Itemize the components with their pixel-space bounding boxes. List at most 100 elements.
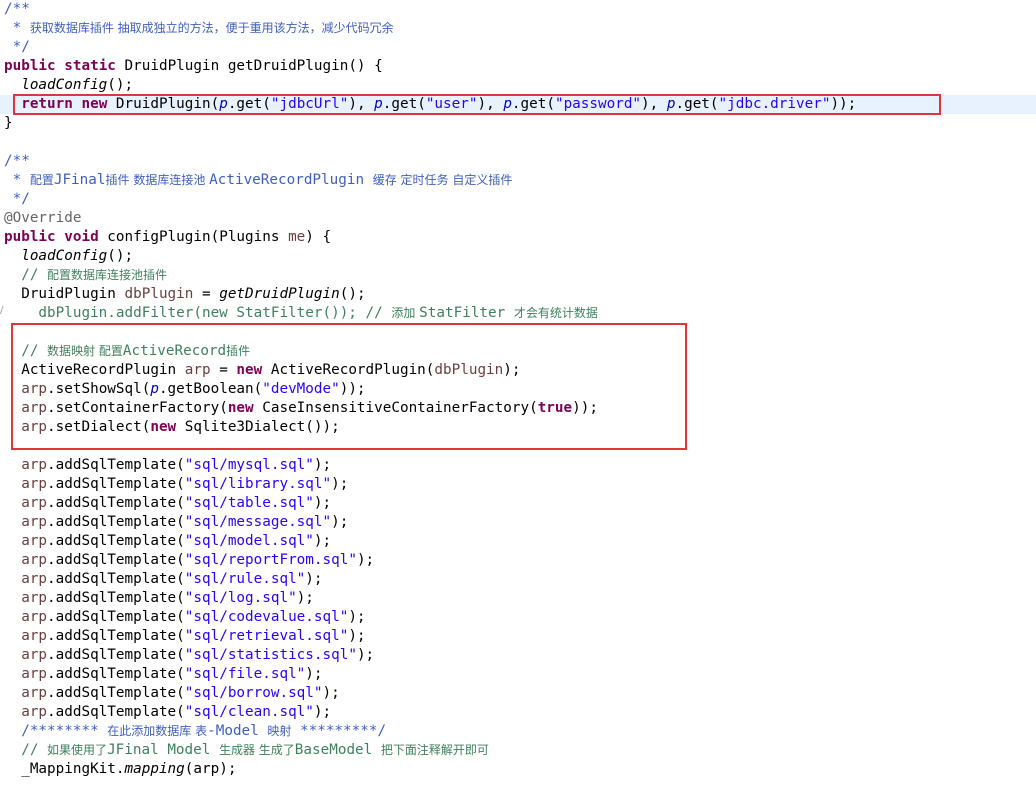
code-line[interactable]: _MappingKit.mapping(arp); — [0, 760, 1036, 779]
code-line[interactable]: /** — [0, 0, 1036, 19]
code-token: (); — [107, 77, 134, 93]
code-line[interactable]: arp.addSqlTemplate("sql/message.sql"); — [0, 513, 1036, 532]
code-line[interactable]: arp.addSqlTemplate("sql/model.sql"); — [0, 532, 1036, 551]
code-line[interactable]: @Override — [0, 209, 1036, 228]
code-line[interactable]: public static DruidPlugin getDruidPlugin… — [0, 57, 1036, 76]
code-token: (); — [339, 286, 366, 302]
code-token: CaseInsensitiveContainerFactory( — [253, 400, 538, 416]
code-token: */ — [4, 39, 30, 55]
code-token: -Model — [207, 723, 268, 739]
code-line[interactable]: * 配置JFinal插件 数据库连接池 ActiveRecordPlugin 缓… — [0, 171, 1036, 190]
code-token: new — [150, 419, 177, 435]
code-line[interactable]: arp.addSqlTemplate("sql/table.sql"); — [0, 494, 1036, 513]
code-line[interactable]: /******** 在此添加数据库 表-Model 映射 *********/ — [0, 722, 1036, 741]
code-line[interactable]: dbPlugin.addFilter(new StatFilter()); //… — [0, 304, 1036, 323]
code-line[interactable]: arp.setContainerFactory(new CaseInsensit… — [0, 399, 1036, 418]
code-token: // — [4, 742, 48, 758]
code-token: getDruidPlugin — [219, 286, 340, 302]
code-line[interactable]: arp.addSqlTemplate("sql/codevalue.sql"); — [0, 608, 1036, 627]
code-token: .addSqlTemplate( — [47, 571, 185, 587]
code-token: p — [150, 381, 159, 397]
code-token: arp — [21, 552, 48, 568]
code-line[interactable]: arp.addSqlTemplate("sql/log.sql"); — [0, 589, 1036, 608]
code-line[interactable]: return new DruidPlugin(p.get("jdbcUrl"),… — [0, 95, 1036, 114]
code-token: "sql/table.sql" — [184, 495, 314, 511]
code-token: "sql/mysql.sql" — [184, 457, 314, 473]
code-token: /** — [4, 1, 30, 17]
code-token: (arp); — [184, 761, 237, 777]
code-token: 才会有统计数据 — [513, 306, 598, 320]
code-line[interactable]: public void configPlugin(Plugins me) { — [0, 228, 1036, 247]
code-token: arp — [21, 400, 48, 416]
code-token: ), — [477, 96, 504, 112]
code-token: */ — [4, 191, 30, 207]
code-token: "sql/reportFrom.sql" — [184, 552, 357, 568]
code-line[interactable]: DruidPlugin dbPlugin = getDruidPlugin(); — [0, 285, 1036, 304]
code-line[interactable]: arp.setShowSql(p.getBoolean("devMode")); — [0, 380, 1036, 399]
code-line[interactable]: // 配置数据库连接池插件 — [0, 266, 1036, 285]
code-token: 缓存 定时任务 自定义插件 — [372, 173, 513, 187]
code-token: arp — [21, 609, 48, 625]
code-line[interactable] — [0, 133, 1036, 152]
code-token: ); — [313, 457, 332, 473]
code-token: ); — [313, 704, 332, 720]
code-token: "sql/log.sql" — [184, 590, 297, 606]
code-line[interactable]: // 数据映射 配置ActiveRecord插件 — [0, 342, 1036, 361]
code-line[interactable]: loadConfig(); — [0, 247, 1036, 266]
code-line[interactable]: */ — [0, 190, 1036, 209]
code-token: 添加 — [391, 306, 420, 320]
code-line[interactable]: * 获取数据库插件 抽取成独立的方法，便于重用该方法，减少代码冗余 — [0, 19, 1036, 38]
code-line[interactable]: arp.addSqlTemplate("sql/mysql.sql"); — [0, 456, 1036, 475]
code-line[interactable]: arp.addSqlTemplate("sql/library.sql"); — [0, 475, 1036, 494]
code-line[interactable]: arp.addSqlTemplate("sql/reportFrom.sql")… — [0, 551, 1036, 570]
code-token: DruidPlugin getDruidPlugin() { — [115, 58, 383, 74]
code-line[interactable]: arp.addSqlTemplate("sql/retrieval.sql"); — [0, 627, 1036, 646]
code-line[interactable]: // 如果使用了JFinal Model 生成器 生成了BaseModel 把下… — [0, 741, 1036, 760]
code-line[interactable]: arp.addSqlTemplate("sql/statistics.sql")… — [0, 646, 1036, 665]
code-token: true — [537, 400, 573, 416]
code-token: // — [4, 267, 48, 283]
code-line[interactable]: arp.addSqlTemplate("sql/borrow.sql"); — [0, 684, 1036, 703]
code-token: new — [227, 400, 254, 416]
code-token: Sqlite3Dialect()); — [176, 419, 340, 435]
code-token: .addSqlTemplate( — [47, 647, 185, 663]
code-editor[interactable]: /** * 获取数据库插件 抽取成独立的方法，便于重用该方法，减少代码冗余 */… — [0, 0, 1036, 787]
code-token: .addSqlTemplate( — [47, 533, 185, 549]
code-token: void — [64, 229, 99, 245]
code-token: p — [374, 96, 383, 112]
code-line[interactable]: */ — [0, 38, 1036, 57]
code-token: ); — [296, 590, 314, 606]
code-token: ); — [503, 362, 521, 378]
code-token: 在此添加数据库 表 — [107, 724, 208, 738]
code-line[interactable]: arp.setDialect(new Sqlite3Dialect()); — [0, 418, 1036, 437]
code-line[interactable]: ActiveRecordPlugin arp = new ActiveRecor… — [0, 361, 1036, 380]
code-line[interactable]: loadConfig(); — [0, 76, 1036, 95]
code-line[interactable]: } — [0, 114, 1036, 133]
code-token: return — [21, 96, 73, 112]
code-token: "jdbcUrl" — [270, 96, 349, 112]
code-token: configPlugin(Plugins — [98, 229, 289, 245]
code-token: /** — [4, 153, 30, 169]
code-line[interactable] — [0, 437, 1036, 456]
code-line[interactable]: arp.addSqlTemplate("sql/file.sql"); — [0, 665, 1036, 684]
code-line[interactable]: /** — [0, 152, 1036, 171]
code-token: arp — [21, 647, 48, 663]
code-line[interactable] — [0, 323, 1036, 342]
code-token: ActiveRecordPlugin( — [262, 362, 435, 378]
code-token: ), — [641, 96, 667, 112]
code-token: dbPlugin.addFilter(new StatFilter()); // — [4, 305, 392, 321]
code-line[interactable]: arp.addSqlTemplate("sql/rule.sql"); — [0, 570, 1036, 589]
code-line[interactable]: arp.addSqlTemplate("sql/clean.sql"); — [0, 703, 1036, 722]
code-token: ); — [331, 514, 349, 530]
code-token: )); — [830, 96, 857, 112]
